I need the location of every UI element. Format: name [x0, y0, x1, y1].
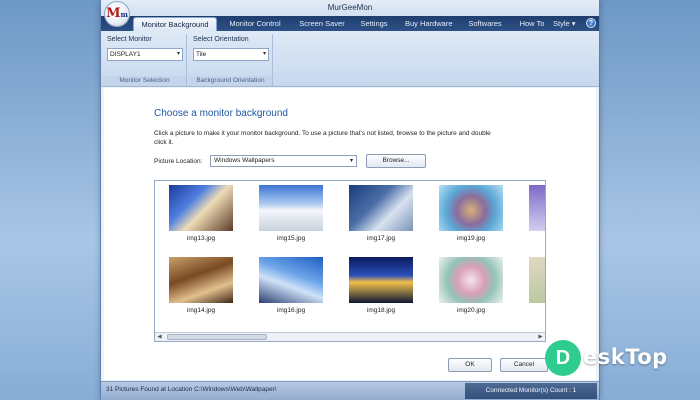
- monitor-select-value: DISPLAY1: [110, 51, 141, 58]
- browse-button[interactable]: Browse...: [366, 154, 426, 168]
- instructions-text: Click a picture to make it your monitor …: [154, 130, 491, 146]
- picture-location-value: Windows Wallpapers: [214, 157, 275, 164]
- tab-settings[interactable]: Settings: [355, 17, 393, 31]
- main-content: Choose a monitor background Click a pict…: [104, 88, 596, 380]
- thumbnail-label: img15.jpg: [276, 235, 306, 242]
- wallpaper-thumbnail-img19[interactable]: [439, 185, 503, 231]
- wallpaper-thumbnail-img17[interactable]: [349, 185, 413, 231]
- watermark-text: eskTop: [583, 345, 668, 369]
- dropdown-arrow-icon: ▾: [349, 158, 353, 164]
- tab-monitor-control[interactable]: Monitor Control: [223, 17, 287, 31]
- thumbnail-label: img14.jpg: [186, 307, 216, 314]
- desktop-watermark: D eskTop: [545, 338, 700, 378]
- thumbnail-label: img19.jpg: [456, 235, 486, 242]
- thumbnail-label: img18.jpg: [366, 307, 396, 314]
- logo-letter: M: [106, 6, 121, 21]
- picture-location-select[interactable]: Windows Wallpapers ▾: [210, 155, 357, 167]
- wallpaper-gallery: img13.jpg img15.jpg img17.jpg img19.jpg …: [154, 180, 546, 342]
- monitor-select[interactable]: DISPLAY1 ▾: [107, 48, 183, 61]
- wallpaper-thumbnail-img16[interactable]: [259, 257, 323, 303]
- wallpaper-thumbnail-partial[interactable]: [529, 257, 545, 303]
- wallpaper-thumbnail-img15[interactable]: [259, 185, 323, 231]
- logo-sub-letter: m: [120, 10, 128, 19]
- tab-softwares[interactable]: Softwares: [463, 17, 507, 31]
- group-footer: Monitor Selection: [103, 76, 186, 86]
- group-footer: Background Orientation: [189, 76, 272, 86]
- dropdown-arrow-icon: ▾: [262, 51, 266, 57]
- ribbon-body: Select Monitor DISPLAY1 ▾ Monitor Select…: [101, 31, 599, 87]
- wallpaper-thumbnail-partial[interactable]: [529, 185, 545, 231]
- tab-buy-hardware[interactable]: Buy Hardware: [401, 17, 455, 31]
- tab-how-to[interactable]: How To: [515, 17, 549, 31]
- group-title: Select Orientation: [193, 36, 249, 43]
- app-logo-button[interactable]: Mm: [104, 1, 130, 27]
- thumbnail-label: img13.jpg: [186, 235, 216, 242]
- window-title: MurGeeMon: [327, 3, 373, 12]
- app-window: MurGeeMon Mm Monitor Background Monitor …: [100, 0, 600, 400]
- tab-monitor-background[interactable]: Monitor Background: [133, 17, 217, 31]
- orientation-group: Select Orientation Tile ▾ Background Ori…: [189, 34, 273, 86]
- help-icon[interactable]: ?: [586, 18, 596, 28]
- status-pictures-found: 31 Pictures Found at Location C:\Windows…: [106, 386, 277, 393]
- wallpaper-thumbnail-img18[interactable]: [349, 257, 413, 303]
- monitor-selection-group: Select Monitor DISPLAY1 ▾ Monitor Select…: [103, 34, 187, 86]
- wallpaper-thumbnail-img13[interactable]: [169, 185, 233, 231]
- watermark-logo-icon: D: [545, 340, 581, 376]
- dropdown-arrow-icon: ▾: [176, 51, 180, 57]
- style-menu[interactable]: Style ▾: [553, 17, 576, 31]
- wallpaper-thumbnail-img20[interactable]: [439, 257, 503, 303]
- status-bar: 31 Pictures Found at Location C:\Windows…: [101, 381, 599, 400]
- wallpaper-thumbnail-img14[interactable]: [169, 257, 233, 303]
- orientation-select[interactable]: Tile ▾: [193, 48, 269, 61]
- horizontal-scrollbar[interactable]: ◀ ▶: [155, 332, 545, 341]
- tab-screen-saver[interactable]: Screen Saver: [295, 17, 349, 31]
- status-monitor-count: Connected Monitor(s) Count : 1: [465, 383, 597, 399]
- thumbnail-label: img17.jpg: [366, 235, 396, 242]
- cancel-button[interactable]: Cancel: [500, 358, 548, 372]
- title-bar: MurGeeMon: [101, 0, 599, 16]
- thumbnail-label: img20.jpg: [456, 307, 486, 314]
- scrollbar-thumb[interactable]: [167, 334, 267, 340]
- ok-button[interactable]: OK: [448, 358, 492, 372]
- picture-location-label: Picture Location:: [154, 158, 203, 165]
- ribbon-tab-bar: Monitor Background Monitor Control Scree…: [101, 16, 599, 31]
- chevron-down-icon: ▾: [571, 19, 576, 28]
- thumbnail-label: img16.jpg: [276, 307, 306, 314]
- scroll-left-icon[interactable]: ◀: [155, 333, 164, 341]
- style-label: Style: [553, 19, 570, 28]
- page-title: Choose a monitor background: [154, 108, 288, 119]
- orientation-select-value: Tile: [196, 51, 207, 58]
- group-title: Select Monitor: [107, 36, 152, 43]
- scroll-right-icon[interactable]: ▶: [536, 333, 545, 341]
